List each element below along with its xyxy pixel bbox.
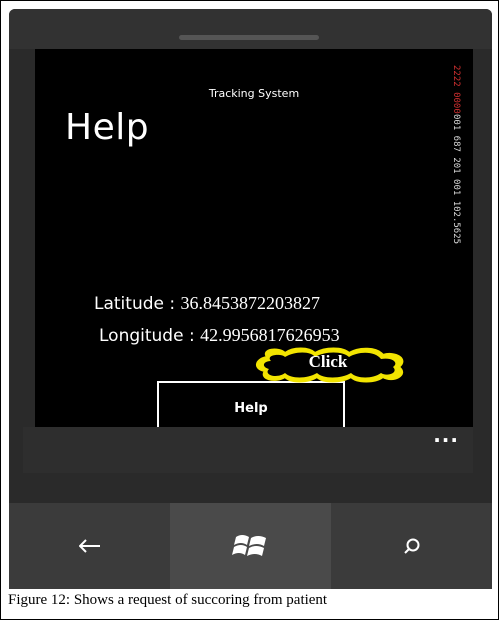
phone-top-bezel (9, 9, 492, 49)
click-callout: Click (253, 347, 423, 387)
figure-frame: Tracking System Help 2222 0000 001 687 2… (0, 0, 499, 620)
search-key[interactable] (331, 503, 492, 589)
application-bar: ... (23, 423, 473, 473)
hardware-nav-bar (9, 503, 492, 589)
windows-logo-icon (231, 535, 266, 556)
debug-counter-red: 2222 0000 (451, 65, 461, 114)
longitude-label: Longitude : (99, 326, 195, 346)
back-key[interactable] (9, 503, 170, 589)
page-title: Help (65, 107, 150, 148)
app-title: Tracking System (208, 87, 300, 100)
back-arrow-icon (78, 539, 100, 553)
debug-counters: 2222 0000 001 687 201 001 102.5625 (451, 65, 465, 275)
latitude-value: 36.8453872203827 (180, 293, 321, 313)
start-key[interactable] (170, 503, 331, 589)
longitude-row: Longitude : 42.9956817626953 (99, 325, 340, 346)
more-menu-button[interactable]: ... (433, 423, 459, 447)
longitude-value: 42.9956817626953 (200, 325, 340, 345)
screen-bottom-strip (9, 473, 492, 503)
callout-text: Click (308, 352, 348, 371)
figure-caption: Figure 12: Shows a request of succoring … (8, 592, 328, 608)
phone-device: Tracking System Help 2222 0000 001 687 2… (9, 9, 492, 589)
debug-counter-white: 001 687 201 001 102.5625 (451, 113, 461, 244)
speaker-grille (179, 35, 319, 40)
latitude-label: Latitude : (94, 294, 176, 314)
phone-screen: Tracking System Help 2222 0000 001 687 2… (35, 49, 473, 486)
latitude-row: Latitude : 36.8453872203827 (94, 293, 320, 314)
search-icon (403, 538, 419, 554)
